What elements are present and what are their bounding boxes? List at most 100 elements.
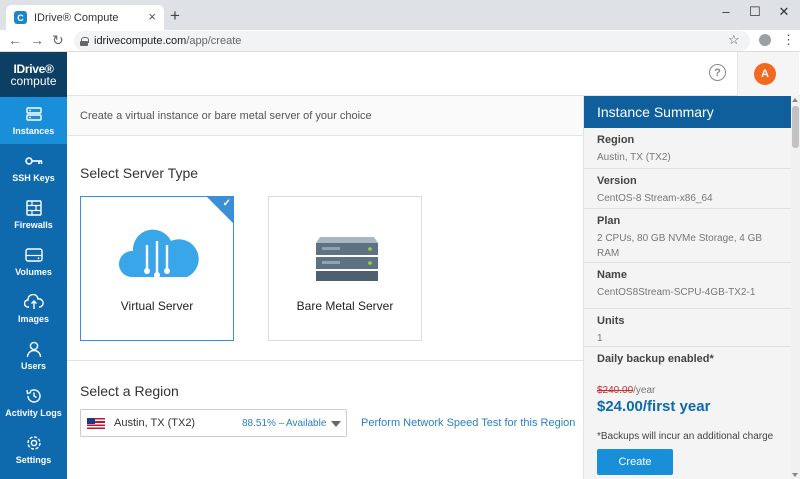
menu-icon[interactable]: ⋮ [782, 32, 795, 48]
reload-icon[interactable]: ↻ [52, 32, 64, 49]
speed-test-link[interactable]: Perform Network Speed Test for this Regi… [361, 417, 575, 429]
tab-title: IDrive® Compute [34, 11, 119, 24]
summary-title: Instance Summary [584, 96, 791, 128]
sidebar-item-label: Users [20, 361, 47, 371]
firewall-icon [24, 199, 44, 217]
server-type-label: Bare Metal Server [296, 299, 394, 313]
create-button[interactable]: Create [597, 449, 673, 475]
summary-label: Name [597, 269, 627, 281]
summary-label: Version [597, 175, 637, 187]
new-tab-icon[interactable]: + [170, 6, 180, 26]
server-type-bare-metal-card[interactable]: Bare Metal Server [268, 196, 422, 341]
sidebar-item-label: Settings [15, 455, 52, 465]
scroll-thumb[interactable] [792, 106, 799, 148]
sidebar-item-activity-logs[interactable]: Activity Logs [0, 379, 67, 426]
sidebar-item-settings[interactable]: Settings [0, 426, 67, 473]
region-percent-value: 88.51% [242, 417, 276, 429]
page-scrollbar[interactable] [791, 96, 800, 479]
profile-icon[interactable] [759, 34, 771, 46]
window-close-icon[interactable]: ✕ [774, 4, 794, 20]
browser-titlebar: C IDrive® Compute × + – ☐ ✕ [0, 0, 800, 30]
server-type-label: Virtual Server [120, 299, 194, 313]
summary-value: 1 [597, 333, 603, 344]
scroll-up-icon[interactable] [792, 98, 798, 102]
logo-bottom: compute [10, 73, 57, 88]
region-title: Select a Region [80, 383, 179, 399]
instances-icon [24, 105, 44, 123]
server-type-virtual-card[interactable]: ✓ Virtual Server [80, 196, 234, 341]
maximize-icon[interactable]: ☐ [745, 4, 765, 20]
sidebar-item-label: Volumes [15, 267, 52, 277]
instance-summary-panel: Instance Summary Region Austin, TX (TX2)… [583, 96, 791, 479]
section-divider [67, 360, 583, 361]
scroll-down-icon[interactable] [792, 473, 798, 477]
gear-icon [24, 434, 44, 452]
summary-label: Daily backup enabled* [597, 353, 714, 365]
summary-value: CentOS8Stream-SCPU-4GB-TX2-1 [597, 287, 756, 298]
sidebar-item-label: Instances [12, 126, 55, 136]
browser-tab[interactable]: C IDrive® Compute × [6, 5, 164, 30]
summary-label: Units [597, 315, 625, 327]
sidebar-item-label: Activity Logs [5, 408, 62, 418]
summary-divider [584, 346, 791, 347]
address-bar[interactable]: idrivecompute.com /app/create [74, 31, 750, 51]
new-price: $24.00/first year [597, 398, 711, 415]
close-tab-icon[interactable]: × [148, 9, 156, 24]
region-status: Available [286, 417, 327, 429]
favicon-icon: C [14, 11, 27, 24]
cloud-upload-icon [23, 293, 44, 311]
summary-name: Name CentOS8Stream-SCPU-4GB-TX2-1 [597, 269, 782, 300]
server-type-title: Select Server Type [80, 165, 199, 181]
check-icon: ✓ [222, 198, 231, 209]
summary-divider [584, 262, 791, 263]
sidebar-item-label: Images [17, 314, 50, 324]
summary-version: Version CentOS-8 Stream-x86_64 [597, 175, 782, 206]
volume-icon [24, 246, 44, 264]
summary-value: CentOS-8 Stream-x86_64 [597, 193, 713, 204]
sidebar-item-instances[interactable]: Instances [0, 97, 67, 144]
sidebar-item-volumes[interactable]: Volumes [0, 238, 67, 285]
summary-label: Plan [597, 215, 621, 227]
summary-label: Region [597, 134, 635, 146]
backup-note: *Backups will incur an additional charge [597, 431, 774, 442]
sidebar-item-ssh-keys[interactable]: SSH Keys [0, 144, 67, 191]
us-flag-icon [87, 417, 105, 429]
region-name: Austin, TX (TX2) [114, 417, 196, 429]
chevron-down-icon [331, 421, 341, 427]
summary-divider [584, 208, 791, 209]
url-path: /app/create [186, 35, 242, 47]
key-icon [24, 152, 44, 170]
summary-value: 2 CPUs, 80 GB NVMe Storage, 4 GB RAM [597, 233, 763, 259]
sidebar-item-firewalls[interactable]: Firewalls [0, 191, 67, 238]
old-price: $240.00 [597, 385, 634, 396]
forward-icon[interactable]: → [30, 32, 44, 48]
star-icon[interactable]: ☆ [728, 32, 740, 48]
app-header: ? A [67, 52, 800, 96]
browser-toolbar: ← → ↻ idrivecompute.com /app/create ☆ [0, 30, 800, 52]
user-menu[interactable]: A [737, 52, 799, 96]
summary-value: Austin, TX (TX2) [597, 152, 671, 163]
region-select[interactable]: Austin, TX (TX2) 88.51% – Available [80, 409, 347, 437]
region-separator: – [278, 417, 285, 429]
back-icon[interactable]: ← [8, 32, 22, 48]
url-host: idrivecompute.com [94, 35, 187, 47]
sidebar-item-images[interactable]: Images [0, 285, 67, 332]
logo[interactable]: IDrive® compute [0, 52, 67, 97]
region-availability-percent: 88.51% – [242, 418, 284, 429]
cloud-server-icon [118, 229, 199, 278]
help-icon[interactable]: ? [709, 64, 726, 81]
summary-plan: Plan 2 CPUs, 80 GB NVMe Storage, 4 GB RA… [597, 215, 782, 261]
summary-divider [584, 308, 791, 309]
avatar[interactable]: A [754, 63, 776, 85]
old-price-unit: /year [633, 385, 656, 396]
lock-icon [80, 36, 89, 46]
history-icon [24, 387, 44, 405]
sidebar-item-label: Firewalls [14, 220, 53, 230]
summary-units: Units 1 [597, 315, 782, 346]
sidebar-item-users[interactable]: Users [0, 332, 67, 379]
main-content: Create a virtual instance or bare metal … [67, 96, 583, 479]
bare-metal-server-icon [316, 237, 378, 281]
minimize-icon[interactable]: – [716, 4, 736, 19]
page-subtitle: Create a virtual instance or bare metal … [67, 96, 583, 136]
user-icon [24, 340, 44, 358]
